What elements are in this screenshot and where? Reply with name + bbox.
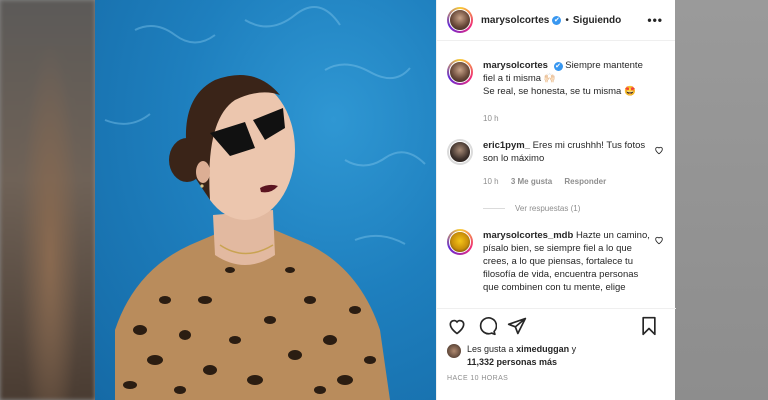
- action-icons: [447, 309, 666, 343]
- post-panel: marysolcortes ✔ • Siguiendo ••• marysolc…: [436, 0, 676, 400]
- view-replies-button[interactable]: Ver respuestas (1): [483, 204, 666, 213]
- liker-avatar[interactable]: [447, 344, 461, 358]
- comment-time: 10 h: [483, 177, 499, 186]
- blurred-background-left: [0, 0, 95, 400]
- commenter-avatar[interactable]: [447, 139, 473, 165]
- header-separator: •: [565, 14, 569, 26]
- blurred-background-right: [675, 0, 768, 400]
- author-username[interactable]: marysolcortes: [481, 15, 549, 26]
- likes-text[interactable]: Les gusta a ximeduggan y 11,332 personas…: [467, 343, 576, 369]
- verified-icon: ✔: [552, 15, 562, 25]
- commenter-username[interactable]: eric1pym_: [483, 140, 530, 151]
- heart-icon[interactable]: [447, 316, 467, 336]
- comments-list[interactable]: marysolcortes ✔ Siempre mantente fiel a …: [437, 42, 676, 308]
- comment-likes[interactable]: 3 Me gusta: [511, 177, 552, 186]
- likes-prefix: Les gusta a: [467, 344, 514, 354]
- post-photo[interactable]: [95, 0, 436, 400]
- heart-icon[interactable]: [654, 235, 664, 245]
- caption-time: 10 h: [483, 114, 499, 123]
- comment-body: eric1pym_ Eres mi crushhh! Tus fotos son…: [483, 139, 651, 188]
- post-actions: Les gusta a ximeduggan y 11,332 personas…: [437, 308, 676, 400]
- caption-body: marysolcortes ✔ Siempre mantente fiel a …: [483, 59, 651, 125]
- view-replies-label[interactable]: Ver respuestas (1): [515, 204, 580, 213]
- more-icon[interactable]: •••: [647, 13, 663, 27]
- commenter-username[interactable]: marysolcortes_mdb: [483, 230, 573, 241]
- bookmark-icon[interactable]: [640, 316, 658, 336]
- caption-text-line2: Se real, se honesta, se tu misma 🤩: [483, 86, 636, 97]
- post-timestamp: HACE 10 HORAS: [447, 375, 509, 382]
- post-header: marysolcortes ✔ • Siguiendo •••: [437, 0, 675, 41]
- comment-icon[interactable]: [477, 316, 497, 336]
- commenter-avatar[interactable]: [447, 229, 473, 255]
- author-avatar[interactable]: [447, 7, 473, 33]
- caption-avatar[interactable]: [447, 59, 473, 85]
- comment-item: marysolcortes_mdb Hazte un camino, písal…: [447, 229, 666, 294]
- comment-body: marysolcortes_mdb Hazte un camino, písal…: [483, 229, 651, 294]
- follow-status-button[interactable]: Siguiendo: [573, 15, 621, 26]
- verified-icon: ✔: [553, 62, 563, 71]
- photo-illustration: [104, 6, 426, 400]
- comment-item: eric1pym_ Eres mi crushhh! Tus fotos son…: [447, 139, 666, 188]
- share-icon[interactable]: [507, 316, 527, 336]
- likes-user[interactable]: ximeduggan: [516, 344, 569, 354]
- heart-icon[interactable]: [654, 145, 664, 155]
- replies-divider: [483, 208, 505, 209]
- likes-count[interactable]: 11,332 personas más: [467, 357, 557, 367]
- caption-username[interactable]: marysolcortes: [483, 60, 548, 71]
- reply-button[interactable]: Responder: [564, 177, 606, 186]
- likes-summary: Les gusta a ximeduggan y 11,332 personas…: [447, 343, 666, 369]
- caption: marysolcortes ✔ Siempre mantente fiel a …: [447, 59, 666, 125]
- likes-conj: y: [571, 344, 577, 354]
